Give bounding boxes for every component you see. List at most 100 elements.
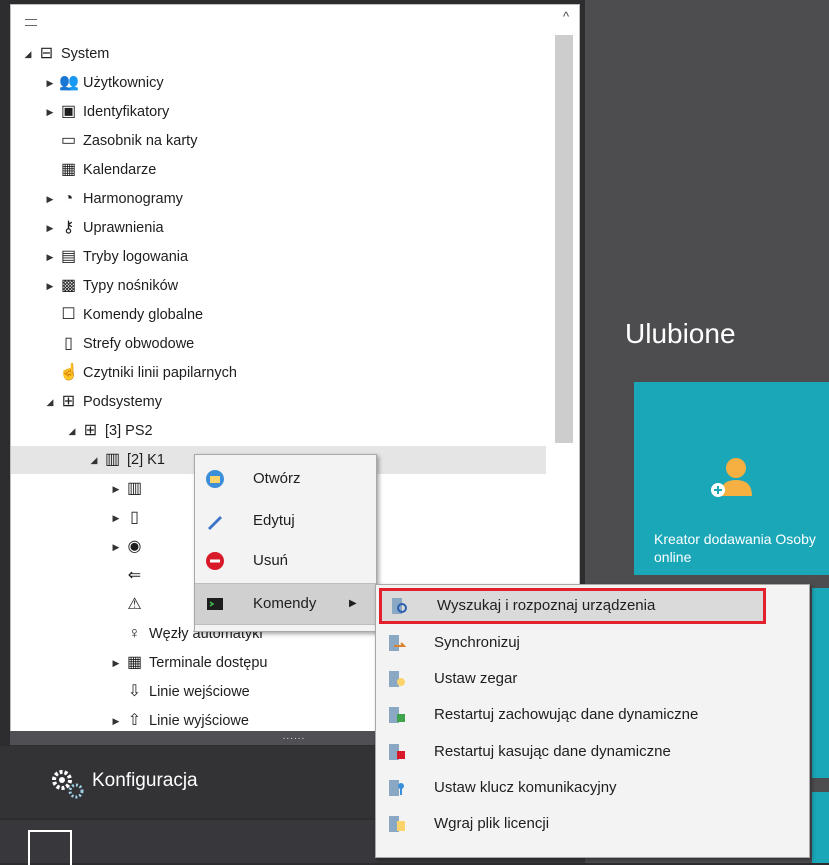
tree-item-label: Terminale dostępu xyxy=(149,655,268,671)
scrollbar-thumb[interactable] xyxy=(555,35,573,443)
tree-item[interactable]: ◢ ⊟ System xyxy=(11,40,531,68)
expand-icon[interactable]: ▶ xyxy=(111,504,121,532)
keypad-icon: ◉ xyxy=(127,538,142,555)
tree-item-label: Strefy obwodowe xyxy=(83,336,195,352)
collapse-icon[interactable]: ◢ xyxy=(45,388,55,416)
tree-item-label: Użytkownicy xyxy=(83,75,164,91)
tree-item-label: Uprawnienia xyxy=(83,220,164,236)
calendar-icon: ▦ xyxy=(60,161,77,178)
submenu-item-synchronize[interactable]: Synchronizuj xyxy=(376,625,809,661)
edit-icon xyxy=(208,516,222,530)
scroll-up-button[interactable]: ^ xyxy=(553,5,579,29)
panel-grip[interactable] xyxy=(11,5,579,41)
tile-label: Kreator dodawania Osoby online xyxy=(654,531,816,565)
tree-item[interactable]: ▯ Strefy obwodowe xyxy=(11,330,531,358)
tree-item[interactable]: ▭ Zasobnik na karty xyxy=(11,127,531,155)
menu-item-edit[interactable]: Edytuj xyxy=(195,501,376,541)
submenu-arrow-icon: ▶ xyxy=(349,598,357,609)
device-icon: ▥ xyxy=(126,480,143,497)
expand-icon[interactable]: ▶ xyxy=(111,533,121,561)
tree-item[interactable]: ◢ ⊞ [3] PS2 xyxy=(11,417,531,445)
tree-item[interactable]: ▶ ▤ Tryby logowania xyxy=(11,243,531,271)
commands-icon xyxy=(207,598,223,610)
collapse-icon[interactable]: ◢ xyxy=(89,446,99,474)
open-icon xyxy=(206,470,224,488)
tree-item-label: [2] K1 xyxy=(127,452,165,468)
synchronize-icon xyxy=(389,635,406,651)
expand-icon[interactable]: ▶ xyxy=(45,185,55,213)
media-types-icon: ▩ xyxy=(60,277,77,294)
set-key-icon xyxy=(389,780,404,796)
tree-item-label: Linie wejściowe xyxy=(149,684,250,700)
expand-icon[interactable]: ▶ xyxy=(45,243,55,271)
tree-item-label: Komendy globalne xyxy=(83,307,204,323)
upload-license-icon xyxy=(389,816,405,832)
global-commands-icon: ☐ xyxy=(61,306,76,323)
submenu-item-set-key[interactable]: Ustaw klucz komunikacyjny xyxy=(376,770,809,806)
tree-item-label: Tryby logowania xyxy=(83,249,189,265)
login-modes-icon: ▤ xyxy=(60,248,77,265)
collapse-icon[interactable]: ◢ xyxy=(67,417,77,445)
tree-item[interactable]: ☐ Komendy globalne xyxy=(11,301,531,329)
menu-item-commands[interactable]: Komendy ▶ xyxy=(195,583,376,625)
nav-configuration-label: Konfiguracja xyxy=(92,770,198,791)
subsystems-icon: ⊞ xyxy=(61,393,76,410)
gears-icon xyxy=(52,770,84,799)
tree-item-label: Zasobnik na karty xyxy=(83,133,198,149)
collapse-icon[interactable]: ◢ xyxy=(23,40,33,68)
automation-node-icon: ♀ xyxy=(128,625,141,642)
subsystem-icon: ⊞ xyxy=(83,422,98,439)
tree-item-label: [3] PS2 xyxy=(105,423,153,439)
system-icon: ⊟ xyxy=(39,45,54,62)
tree-item[interactable]: ▦ Kalendarze xyxy=(11,156,531,184)
controller-icon: ▥ xyxy=(104,451,121,468)
favorites-title: Ulubione xyxy=(625,318,736,349)
tree-item-label: Czytniki linii papilarnych xyxy=(83,365,237,381)
tree-item[interactable]: ▶ ⚷ Uprawnienia xyxy=(11,214,531,242)
menu-item-delete[interactable]: Usuń xyxy=(195,541,376,581)
expand-icon[interactable]: ▶ xyxy=(111,649,121,677)
id-card-icon: ▣ xyxy=(60,103,77,120)
expand-icon[interactable]: ▶ xyxy=(111,707,121,732)
search-devices-icon xyxy=(392,598,407,614)
add-person-icon xyxy=(711,458,752,497)
expand-icon[interactable]: ▶ xyxy=(45,69,55,97)
expand-icon[interactable]: ▶ xyxy=(45,98,55,126)
restart-keep-icon xyxy=(389,707,405,723)
tree-item-label: Kalendarze xyxy=(83,162,157,178)
context-menu: Otwórz Edytuj Usuń Komendy ▶ xyxy=(194,454,377,632)
access-terminal-icon: ▦ xyxy=(126,654,143,671)
submenu-item-set-clock[interactable]: Ustaw zegar xyxy=(376,661,809,697)
tree-item[interactable]: ▶ ▩ Typy nośników xyxy=(11,272,531,300)
tree-item[interactable]: ▶ ▣ Identyfikatory xyxy=(11,98,531,126)
key-icon: ⚷ xyxy=(62,219,75,236)
tree-item-label: System xyxy=(61,46,110,62)
submenu-item-restart-clear[interactable]: Restartuj kasując dane dynamiczne xyxy=(376,734,809,770)
tree-item-label: Podsystemy xyxy=(83,394,162,410)
favorite-tile[interactable] xyxy=(812,792,829,863)
tree-item[interactable]: ▶ 👥 Użytkownicy xyxy=(11,69,531,97)
tree-item[interactable]: ▶ ◔ Harmonogramy xyxy=(11,185,531,213)
card-holder-icon: ▭ xyxy=(60,132,77,149)
delete-icon xyxy=(206,552,224,570)
perimeter-zone-icon: ▯ xyxy=(64,335,73,352)
alarm-icon: ⚠ xyxy=(127,596,142,613)
door-icon: ▯ xyxy=(130,509,139,526)
expand-icon[interactable]: ▶ xyxy=(111,475,121,503)
input-lines-icon: ⇩ xyxy=(127,683,142,700)
tree-item[interactable]: ◢ ⊞ Podsystemy xyxy=(11,388,531,416)
commands-submenu: Wyszukaj i rozpoznaj urządzenia Synchron… xyxy=(375,584,810,858)
tree-item-label: Typy nośników xyxy=(83,278,179,294)
output-lines-icon: ⇧ xyxy=(127,712,142,729)
submenu-item-upload-license[interactable]: Wgraj plik licencji xyxy=(376,806,809,842)
favorite-tile[interactable] xyxy=(812,588,829,778)
submenu-item-search-devices[interactable]: Wyszukaj i rozpoznaj urządzenia xyxy=(379,588,766,624)
expand-icon[interactable]: ▶ xyxy=(45,214,55,242)
restart-clear-icon xyxy=(389,744,405,760)
expand-icon[interactable]: ▶ xyxy=(45,272,55,300)
tree-item[interactable]: ☝ Czytniki linii papilarnych xyxy=(11,359,531,387)
submenu-item-restart-keep[interactable]: Restartuj zachowując dane dynamiczne xyxy=(376,697,809,733)
tree-item-label: Harmonogramy xyxy=(83,191,183,207)
window-icon xyxy=(28,830,72,865)
menu-item-open[interactable]: Otwórz xyxy=(195,459,376,499)
